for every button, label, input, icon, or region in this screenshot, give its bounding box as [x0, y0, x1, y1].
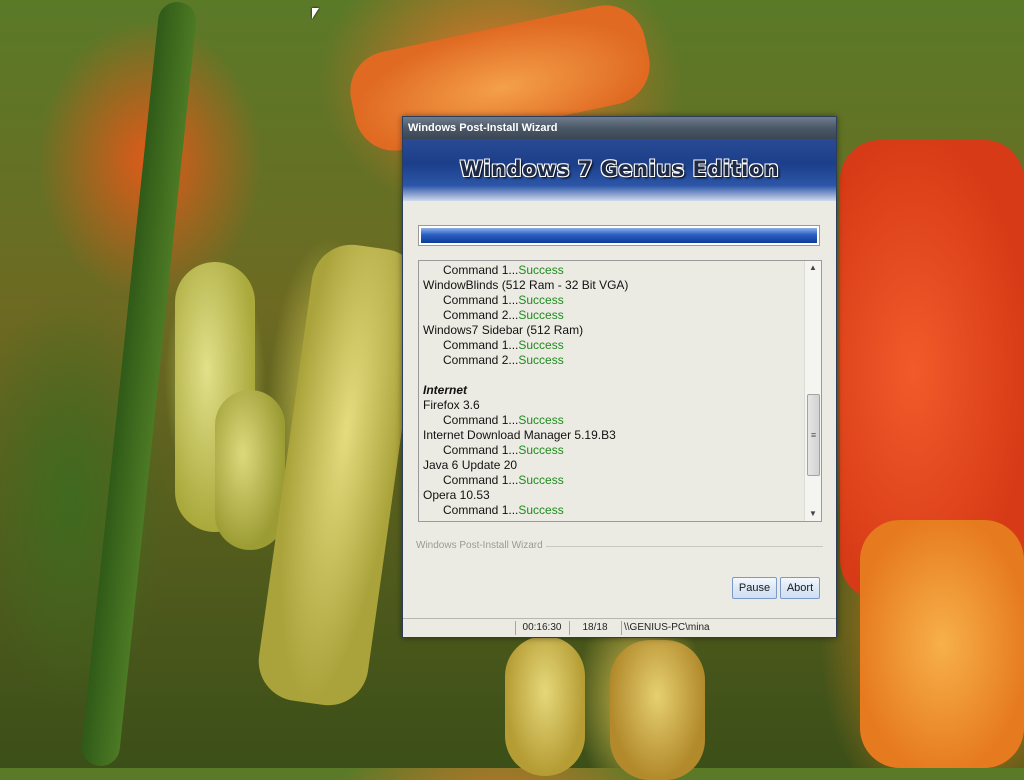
progress-fill [421, 228, 817, 243]
log-line-text: Java 6 Update 20 [423, 458, 518, 472]
log-line-cmd: Command 1...Success [419, 293, 805, 308]
log-line-cat: Internet [419, 383, 805, 398]
wallpaper-bud [610, 640, 705, 780]
group-label: Windows Post-Install Wizard [413, 540, 546, 551]
log-line-app: Windows7 Sidebar (512 Ram) [419, 323, 805, 338]
progress-bar [418, 225, 820, 246]
log-line-app: Opera 10.53 [419, 488, 805, 503]
wallpaper-bud [505, 636, 585, 776]
log-line-text: Windows7 Sidebar (512 Ram) [423, 323, 584, 337]
log-line-cmd: Command 1...Success [419, 503, 805, 518]
log-line-text: Command 1... [443, 263, 519, 277]
abort-button[interactable]: Abort [780, 577, 820, 599]
wizard-window: Windows Post-Install Wizard Windows 7 Ge… [402, 116, 837, 638]
status-bar: 00:16:30 18/18 \\GENIUS-PC\mina [403, 618, 836, 637]
log-line-text: WindowBlinds (512 Ram - 32 Bit VGA) [423, 278, 629, 292]
banner-title: Windows 7 Genius Edition [459, 157, 780, 181]
user-path: \\GENIUS-PC\mina [621, 621, 744, 635]
log-line-text: Opera 10.53 [423, 488, 490, 502]
log-line-text: Command 1... [443, 503, 519, 517]
log-line-text: Command 1... [443, 293, 519, 307]
log-line-text: Internet [423, 383, 468, 397]
window-title: Windows Post-Install Wizard [408, 122, 558, 134]
log-line-cmd: Command 2...Success [419, 308, 805, 323]
log-line-cmd: Command 1...Success [419, 473, 805, 488]
log-line-text: Command 2... [443, 353, 519, 367]
log-line-blank [419, 368, 805, 383]
scroll-up-icon[interactable]: ▲ [805, 261, 821, 275]
log-line-app: Internet Download Manager 5.19.B3 [419, 428, 805, 443]
log-line-app: Java 6 Update 20 [419, 458, 805, 473]
log-line-text: Internet Download Manager 5.19.B3 [423, 428, 616, 442]
log-line-cmd: Command 1...Success [419, 263, 805, 278]
log-line-status: Success [518, 413, 564, 427]
log-line-text: Command 1... [443, 443, 519, 457]
log-line-cmd: Command 1...Success [419, 413, 805, 428]
wizard-banner: Windows 7 Genius Edition [403, 139, 836, 201]
log-scrollbar[interactable]: ▲ ≡ ▼ [804, 261, 821, 521]
log-line-status: Success [518, 353, 564, 367]
log-line-app: WindowBlinds (512 Ram - 32 Bit VGA) [419, 278, 805, 293]
log-lines: Command 1...Success WindowBlinds (512 Ram… [419, 263, 805, 518]
window-titlebar[interactable]: Windows Post-Install Wizard [403, 117, 836, 139]
log-line-text: Command 2... [443, 308, 519, 322]
scroll-down-icon[interactable]: ▼ [805, 507, 821, 521]
log-line-status: Success [518, 308, 564, 322]
log-line-text: Command 1... [443, 473, 519, 487]
log-line-cmd: Command 2...Success [419, 353, 805, 368]
pause-button[interactable]: Pause [732, 577, 777, 599]
log-line-status: Success [518, 263, 564, 277]
log-line-text: Firefox 3.6 [423, 398, 480, 412]
install-log[interactable]: Command 1...Success WindowBlinds (512 Ram… [418, 260, 822, 522]
item-count: 18/18 [569, 621, 620, 635]
scroll-grip-icon: ≡ [810, 430, 817, 440]
log-line-app: Firefox 3.6 [419, 398, 805, 413]
log-line-text: Command 1... [443, 338, 519, 352]
scroll-thumb[interactable]: ≡ [807, 394, 820, 476]
log-line-cmd: Command 1...Success [419, 443, 805, 458]
wallpaper-bud [215, 390, 285, 550]
log-line-status: Success [518, 338, 564, 352]
log-line-text: Command 1... [443, 413, 519, 427]
log-line-status: Success [518, 443, 564, 457]
log-line-status: Success [518, 473, 564, 487]
mouse-cursor-icon [312, 8, 319, 19]
log-line-status: Success [518, 293, 564, 307]
log-line-status: Success [518, 503, 564, 517]
log-line-cmd: Command 1...Success [419, 338, 805, 353]
elapsed-time: 00:16:30 [515, 621, 568, 635]
wallpaper-petal [860, 520, 1024, 768]
